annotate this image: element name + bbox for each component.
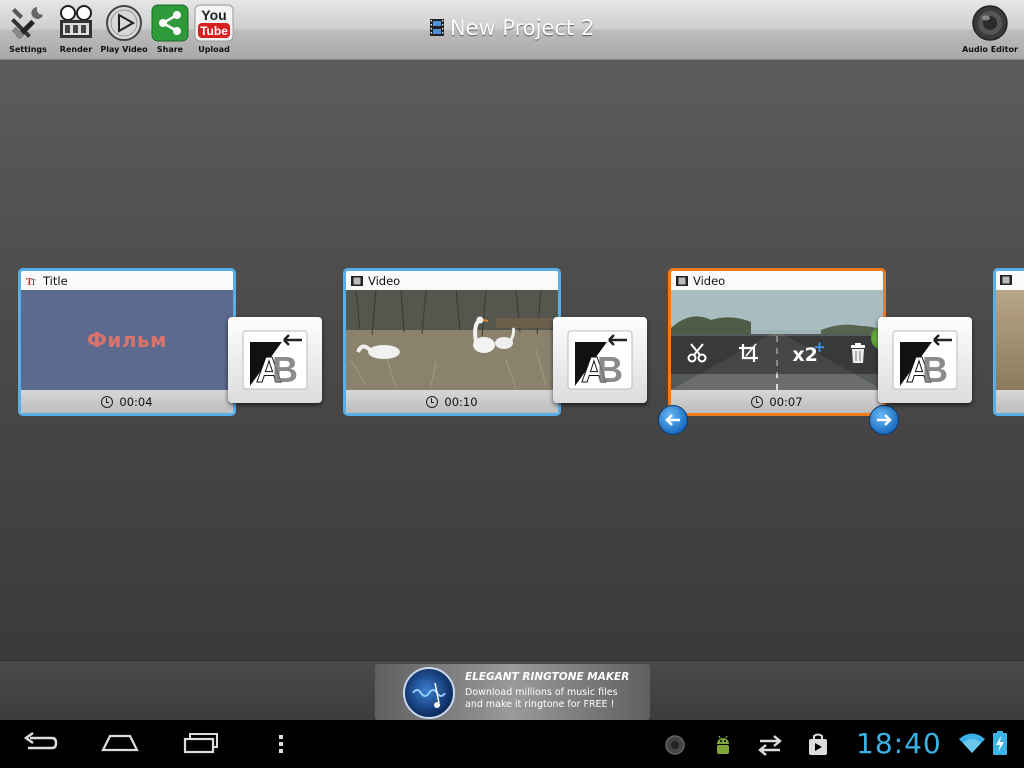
- back-icon: [23, 731, 58, 750]
- top-toolbar: Settings Render Play Video Share You Tub…: [0, 0, 1024, 60]
- timeline-area: T T Title Фильм 00:04 A B Video 00:10 A …: [0, 60, 1024, 660]
- audio-editor-button[interactable]: Audio Editor: [962, 3, 1018, 57]
- ad-strip: ELEGANT RINGTONE MAKER Download millions…: [0, 660, 1024, 720]
- svg-text:B: B: [272, 349, 298, 390]
- clip-thumbnail: [346, 290, 558, 390]
- speed-x2-button[interactable]: x2 +: [792, 338, 825, 366]
- upload-label: Upload: [198, 45, 230, 54]
- clip-duration-bar: 00:07: [671, 390, 883, 413]
- clip-header: Video: [671, 271, 883, 290]
- svg-text:T: T: [31, 278, 36, 286]
- clip-type-label: Title: [43, 273, 68, 288]
- cut-scissors-icon[interactable]: [686, 342, 708, 368]
- clip-video-2-selected[interactable]: Video x2 + 00:07: [668, 268, 886, 416]
- android-debug-icon[interactable]: [712, 734, 734, 756]
- move-clip-left-button[interactable]: [658, 405, 688, 435]
- play-video-label: Play Video: [100, 45, 148, 54]
- menu-button[interactable]: [276, 730, 286, 756]
- arrow-left-icon: [665, 414, 680, 426]
- arrow-right-icon: [877, 414, 892, 426]
- home-button[interactable]: [100, 730, 140, 756]
- clip-thumbnail: x2 +: [671, 290, 883, 390]
- transition-button-3[interactable]: A B: [878, 317, 972, 403]
- share-label: Share: [156, 45, 184, 54]
- ringtone-maker-logo-icon: [403, 667, 455, 719]
- clock-icon: [751, 395, 764, 408]
- ad-line-2: and make it ringtone for FREE !: [465, 699, 615, 710]
- clip-header: T T Title: [21, 271, 233, 290]
- sync-icon[interactable]: [756, 733, 784, 757]
- speaker-icon: [970, 3, 1010, 43]
- recent-apps-button[interactable]: [182, 730, 220, 756]
- battery-charging-icon: [992, 730, 1008, 756]
- render-label: Render: [59, 45, 93, 54]
- notification-circle-icon[interactable]: [664, 734, 686, 756]
- clip-duration: 00:04: [119, 394, 153, 409]
- ab-transition-icon: A B: [567, 330, 633, 390]
- svg-text:B: B: [922, 349, 948, 390]
- video-film-icon: [676, 275, 688, 286]
- clip-partial-next[interactable]: [993, 268, 1024, 416]
- audio-editor-label: Audio Editor: [962, 45, 1018, 54]
- clip-type-label: Video: [368, 273, 401, 288]
- plus-icon: +: [813, 338, 826, 356]
- clip-title[interactable]: T T Title Фильм 00:04: [18, 268, 236, 416]
- transition-button-2[interactable]: A B: [553, 317, 647, 403]
- clip-duration-bar: 00:04: [21, 390, 233, 413]
- ad-line-1: Download millions of music files: [465, 687, 618, 698]
- clock-icon: [426, 395, 439, 408]
- settings-label: Settings: [9, 45, 47, 54]
- ab-transition-icon: A B: [892, 330, 958, 390]
- clip-duration-bar: 00:10: [346, 390, 558, 413]
- clip-video-1[interactable]: Video 00:10: [343, 268, 561, 416]
- ad-title: ELEGANT RINGTONE MAKER: [465, 671, 630, 683]
- menu-dots-icon: [279, 735, 283, 753]
- back-button[interactable]: [22, 730, 58, 756]
- wifi-icon: [958, 732, 986, 754]
- transition-button-1[interactable]: A B: [228, 317, 322, 403]
- svg-text:B: B: [597, 349, 623, 390]
- trash-icon[interactable]: [848, 342, 868, 368]
- video-film-icon: [1000, 275, 1012, 285]
- clock-icon: [101, 395, 114, 408]
- clip-duration: 00:07: [769, 394, 803, 409]
- film-icon: [429, 19, 444, 36]
- clip-header: Video: [346, 271, 558, 290]
- project-title-text: New Project 2: [449, 16, 595, 40]
- play-store-icon[interactable]: [807, 733, 829, 757]
- recent-apps-icon: [183, 733, 218, 754]
- clip-duration: 00:10: [444, 394, 478, 409]
- clip-edit-toolbar: x2 +: [671, 336, 883, 374]
- system-clock: 18:40: [856, 727, 942, 760]
- crop-icon[interactable]: [738, 342, 762, 368]
- ab-transition-icon: A B: [242, 330, 308, 390]
- project-title: New Project 2: [0, 16, 1024, 40]
- move-clip-right-button[interactable]: [869, 405, 899, 435]
- video-film-icon: [351, 275, 363, 286]
- home-icon: [101, 734, 139, 752]
- ad-banner[interactable]: ELEGANT RINGTONE MAKER Download millions…: [375, 664, 650, 720]
- clip-type-label: Video: [693, 273, 726, 288]
- title-text-icon: T T: [26, 277, 36, 286]
- clip-thumbnail: Фильм: [21, 290, 233, 390]
- title-thumbnail-text: Фильм: [87, 328, 167, 352]
